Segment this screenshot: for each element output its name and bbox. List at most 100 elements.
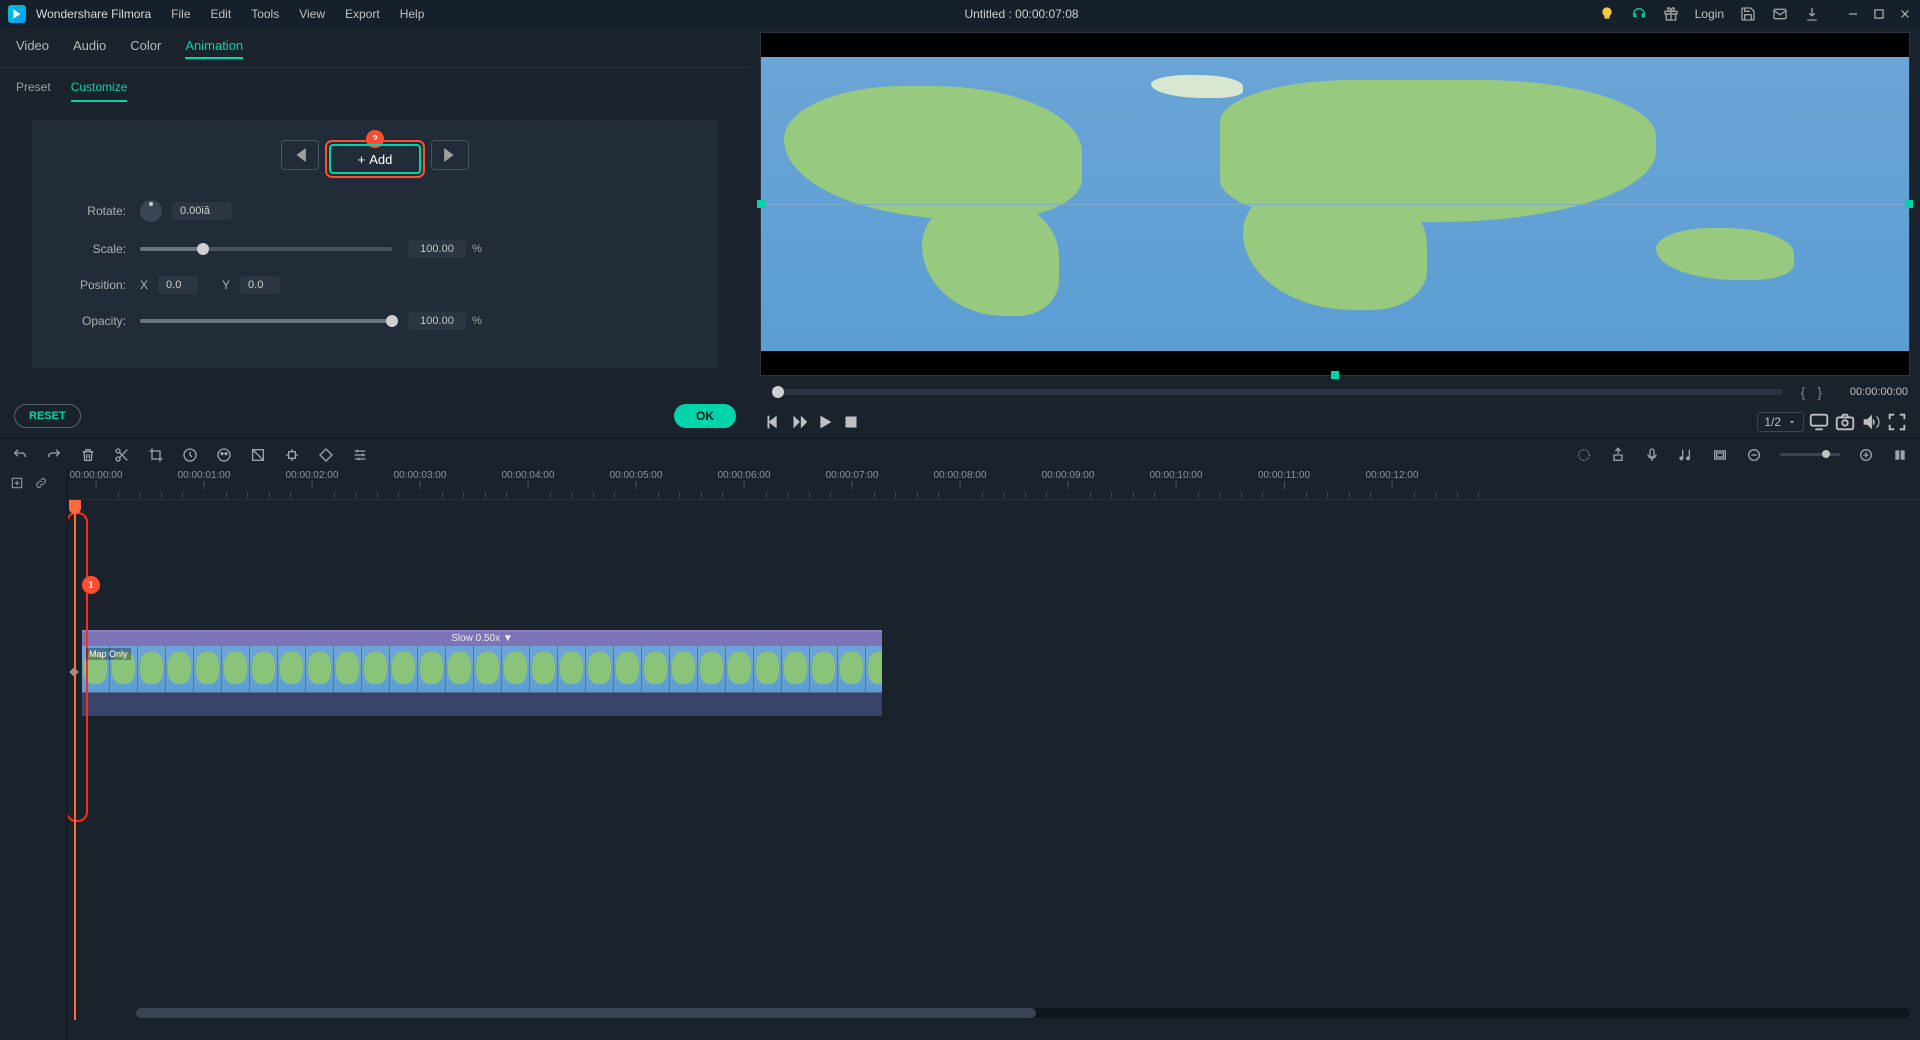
position-y-value[interactable]: 0.0	[240, 276, 280, 294]
keyframe-icon[interactable]	[318, 447, 334, 463]
position-x-value[interactable]: 0.0	[158, 276, 198, 294]
rotate-row: Rotate: 0.00iâ	[56, 200, 694, 222]
menu-edit[interactable]: Edit	[211, 7, 232, 21]
ruler-tick: 00:00:10:00	[1150, 470, 1203, 489]
voiceover-icon[interactable]	[1644, 447, 1660, 463]
ruler-tick: 00:00:05:00	[610, 470, 663, 489]
scale-value[interactable]: 100.00	[408, 240, 466, 258]
transport-bar: { } 00:00:00:00	[760, 376, 1910, 408]
track-link-icon[interactable]	[34, 476, 48, 490]
subtab-preset[interactable]: Preset	[16, 80, 51, 102]
render-icon[interactable]	[1576, 447, 1592, 463]
timeline-scrollbar[interactable]	[136, 1008, 1910, 1018]
zoom-out-icon[interactable]	[1746, 447, 1762, 463]
zoom-slider[interactable]	[1780, 453, 1840, 456]
login-button[interactable]: Login	[1695, 7, 1724, 21]
tab-color[interactable]: Color	[130, 38, 161, 59]
ruler-tick: 00:00:06:00	[718, 470, 771, 489]
ruler-tick: 00:00:12:00	[1366, 470, 1419, 489]
rotate-value[interactable]: 0.00iâ	[172, 202, 232, 220]
split-icon[interactable]	[114, 447, 130, 463]
menu-tools[interactable]: Tools	[251, 7, 279, 21]
step-back-icon[interactable]	[762, 411, 784, 433]
download-icon[interactable]	[1804, 6, 1820, 22]
timeline-tracks[interactable]: 1 1 Slow 0.50x ▼ Map Only 1	[68, 500, 1920, 1020]
animation-subtabs: Preset Customize	[0, 68, 750, 110]
prev-keyframe-button[interactable]	[281, 140, 319, 170]
display-icon[interactable]	[1808, 411, 1830, 433]
clip-effect-label[interactable]: Slow 0.50x ▼	[82, 632, 882, 646]
mark-in-icon[interactable]: {	[1797, 384, 1810, 400]
safe-zone-icon[interactable]	[1712, 447, 1728, 463]
audio-mixer-icon[interactable]	[1678, 447, 1694, 463]
lightbulb-icon[interactable]	[1599, 6, 1615, 22]
motion-track-icon[interactable]	[284, 447, 300, 463]
reset-button[interactable]: RESET	[14, 404, 81, 428]
speed-icon[interactable]	[182, 447, 198, 463]
annotation-highlight-playhead	[68, 512, 88, 822]
scale-label: Scale:	[56, 242, 126, 256]
stop-icon[interactable]	[840, 411, 862, 433]
mail-icon[interactable]	[1772, 6, 1788, 22]
preview-panel: { } 00:00:00:00 1/2	[750, 28, 1920, 438]
menu-help[interactable]: Help	[400, 7, 425, 21]
preview-viewport[interactable]	[760, 32, 1910, 376]
delete-icon[interactable]	[80, 447, 96, 463]
playback-controls: 1/2	[760, 408, 1910, 436]
rotate-label: Rotate:	[56, 204, 126, 218]
volume-icon[interactable]	[1860, 411, 1882, 433]
video-clip[interactable]: Slow 0.50x ▼ Map Only	[82, 630, 882, 714]
save-icon[interactable]	[1740, 6, 1756, 22]
resize-handle-right[interactable]	[1905, 200, 1913, 208]
menu-view[interactable]: View	[299, 7, 325, 21]
undo-icon[interactable]	[12, 447, 28, 463]
play-forward-icon[interactable]	[788, 411, 810, 433]
window-maximize-icon[interactable]	[1872, 7, 1886, 21]
zoom-in-icon[interactable]	[1858, 447, 1874, 463]
green-screen-icon[interactable]	[250, 447, 266, 463]
zoom-fit-icon[interactable]	[1892, 447, 1908, 463]
add-keyframe-button[interactable]: + Add	[329, 144, 421, 174]
position-y-label: Y	[222, 278, 230, 292]
next-keyframe-button[interactable]	[431, 140, 469, 170]
menu-export[interactable]: Export	[345, 7, 380, 21]
scale-unit: %	[472, 243, 482, 255]
track-add-icon[interactable]	[10, 476, 24, 490]
mark-out-icon[interactable]: }	[1813, 384, 1826, 400]
seek-bar[interactable]	[772, 389, 1783, 395]
opacity-unit: %	[472, 315, 482, 327]
crop-icon[interactable]	[148, 447, 164, 463]
opacity-value[interactable]: 100.00	[408, 312, 466, 330]
menu-file[interactable]: File	[171, 7, 190, 21]
timeline: 00:00:00:0000:00:01:0000:00:02:0000:00:0…	[0, 470, 1920, 1040]
adjust-icon[interactable]	[352, 447, 368, 463]
subtab-customize[interactable]: Customize	[71, 80, 128, 102]
redo-icon[interactable]	[46, 447, 62, 463]
tab-audio[interactable]: Audio	[73, 38, 106, 59]
window-close-icon[interactable]	[1898, 7, 1912, 21]
tab-video[interactable]: Video	[16, 38, 49, 59]
opacity-slider[interactable]	[140, 319, 392, 323]
fullscreen-icon[interactable]	[1886, 411, 1908, 433]
play-icon[interactable]	[814, 411, 836, 433]
gift-icon[interactable]	[1663, 6, 1679, 22]
headphones-icon[interactable]	[1631, 6, 1647, 22]
tab-animation[interactable]: Animation	[185, 38, 243, 59]
playhead[interactable]	[74, 500, 76, 1020]
ruler-tick: 00:00:08:00	[934, 470, 987, 489]
timeline-ruler[interactable]: 00:00:00:0000:00:01:0000:00:02:0000:00:0…	[68, 470, 1920, 500]
ruler-tick: 00:00:11:00	[1258, 470, 1310, 489]
color-icon[interactable]	[216, 447, 232, 463]
preview-scale-select[interactable]: 1/2	[1757, 412, 1804, 432]
annotation-highlight-add: + Add	[325, 140, 425, 178]
app-logo	[8, 5, 26, 23]
window-minimize-icon[interactable]	[1846, 7, 1860, 21]
snapshot-icon[interactable]	[1834, 411, 1856, 433]
resize-handle-left[interactable]	[757, 200, 765, 208]
ok-button[interactable]: OK	[674, 404, 736, 428]
video-track: 1 Slow 0.50x ▼ Map Only	[82, 630, 1908, 714]
resize-handle-bottom[interactable]	[1331, 371, 1339, 379]
scale-slider[interactable]	[140, 247, 392, 251]
rotate-knob[interactable]	[140, 200, 162, 222]
marker-icon[interactable]	[1610, 447, 1626, 463]
